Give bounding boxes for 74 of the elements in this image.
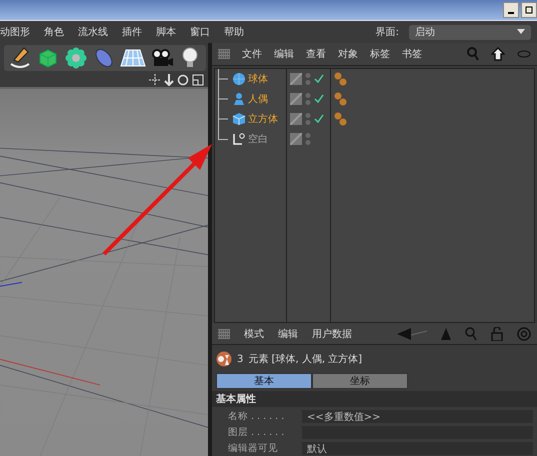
grip-icon (218, 328, 230, 338)
menu-item[interactable]: 插件 (122, 25, 142, 39)
checkmark-icon[interactable] (314, 114, 324, 124)
menu-item[interactable]: 动图形 (0, 25, 30, 39)
menu-item[interactable]: 窗口 (190, 25, 210, 39)
object-name[interactable]: 球体 (248, 72, 268, 86)
checkmark-icon[interactable] (314, 74, 324, 84)
minimize-icon (508, 12, 514, 14)
material-tag-icon[interactable] (333, 111, 349, 127)
rotate-icon[interactable] (177, 74, 189, 86)
flower-icon[interactable] (64, 46, 88, 70)
field-label: 编辑器可见 (228, 442, 279, 456)
caret-icon (517, 29, 525, 35)
menu-item[interactable]: 角色 (44, 25, 64, 39)
pen-icon[interactable] (8, 46, 32, 70)
null-axis-icon (232, 132, 246, 146)
tab[interactable]: 基本 (216, 373, 312, 390)
home-icon[interactable] (491, 47, 505, 61)
material-tag-icon[interactable] (333, 71, 349, 87)
multiple-objects-icon (216, 350, 232, 368)
menu-item[interactable]: 编辑 (274, 47, 294, 61)
visibility-dots-icon[interactable] (305, 92, 311, 106)
grip-icon (218, 49, 230, 59)
object-name[interactable]: 立方体 (248, 112, 278, 126)
menu-item[interactable]: 文件 (242, 47, 262, 61)
tab[interactable]: 坐标 (312, 373, 408, 390)
material-tag-icon[interactable] (333, 91, 349, 107)
visibility-dots-icon[interactable] (305, 72, 311, 86)
window-icon[interactable] (192, 74, 204, 86)
up-arrow-icon[interactable] (441, 328, 451, 340)
menu-item[interactable]: 帮助 (224, 25, 244, 39)
lock-icon[interactable] (491, 326, 503, 340)
restore-button[interactable] (521, 2, 537, 18)
field-label: 名称 . . . . . . (228, 410, 286, 423)
menu-item[interactable]: 查看 (306, 47, 326, 61)
selection-summary: 元素 [球体, 人偶, 立方体] (248, 352, 362, 366)
section-header: 基本属性 (212, 391, 537, 408)
search-icon[interactable] (465, 326, 477, 340)
layer-swatch-icon[interactable] (290, 73, 302, 85)
target-icon[interactable] (517, 326, 531, 340)
menu-item[interactable]: 对象 (338, 47, 358, 61)
input-field[interactable]: <<多重数值>> (302, 410, 533, 423)
field-label: 图层 . . . . . . (228, 426, 286, 439)
menu-item[interactable]: 流水线 (78, 25, 108, 39)
search-icon[interactable] (467, 47, 479, 61)
object-name[interactable]: 空白 (248, 132, 268, 146)
menu-item[interactable]: 标签 (370, 47, 390, 61)
menu-item[interactable]: 编辑 (278, 326, 298, 340)
checkmark-icon[interactable] (314, 94, 324, 104)
sphere-icon (232, 72, 246, 86)
layout-dropdown[interactable]: 启动 (409, 24, 531, 40)
object-name[interactable]: 人偶 (248, 92, 268, 106)
minimize-button[interactable] (503, 2, 519, 18)
move-icon[interactable] (149, 74, 161, 86)
back-arrow-icon[interactable] (397, 328, 427, 340)
layout-label: 界面: (376, 26, 399, 39)
tree-connector (218, 89, 228, 109)
layer-swatch-icon[interactable] (290, 113, 302, 125)
eye-icon[interactable] (517, 50, 531, 58)
menu-item[interactable]: 书签 (402, 47, 422, 61)
menu-item[interactable]: 脚本 (156, 25, 176, 39)
layer-swatch-icon[interactable] (290, 93, 302, 105)
menu-item[interactable]: 用户数据 (312, 326, 352, 340)
visibility-dots-icon[interactable] (305, 132, 311, 146)
layer-swatch-icon[interactable] (290, 133, 302, 145)
figure-icon (232, 92, 246, 106)
menu-item[interactable]: 模式 (244, 326, 264, 340)
tree-connector (218, 69, 228, 89)
restore-icon (524, 5, 534, 15)
visibility-dots-icon[interactable] (305, 112, 311, 126)
down-arrow-icon[interactable] (164, 74, 174, 86)
selection-count: 3 (237, 354, 244, 365)
cube-icon (232, 112, 246, 126)
input-field[interactable]: 默认 (302, 442, 533, 456)
